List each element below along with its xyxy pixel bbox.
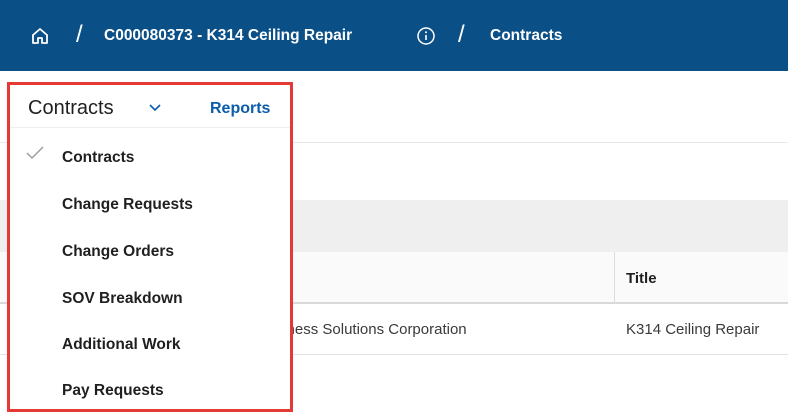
column-divider [614,252,615,304]
dropdown-divider [10,127,290,128]
menu-item-additional-work[interactable]: Additional Work [62,336,181,354]
menu-item-contracts[interactable]: Contracts [62,149,134,167]
contracts-dropdown-menu: Contracts Reports Contracts Change Reque… [7,82,293,412]
home-icon[interactable] [30,26,50,46]
breadcrumb-current: Contracts [490,27,563,44]
reports-link[interactable]: Reports [210,100,270,118]
dropdown-selected-label[interactable]: Contracts [28,97,114,120]
top-nav-bar: / C000080373 - K314 Ceiling Repair / Con… [0,0,788,71]
menu-item-change-orders[interactable]: Change Orders [62,243,174,261]
table-cell-title[interactable]: K314 Ceiling Repair [626,321,759,338]
breadcrumb-project-link[interactable]: C000080373 - K314 Ceiling Repair [104,27,352,45]
menu-item-pay-requests[interactable]: Pay Requests [62,382,164,400]
breadcrumb-separator: / [76,21,83,48]
menu-item-sov-breakdown[interactable]: SOV Breakdown [62,290,183,308]
breadcrumb-separator: / [458,21,465,48]
info-icon[interactable] [416,26,436,46]
menu-item-change-requests[interactable]: Change Requests [62,196,193,214]
chevron-down-icon[interactable] [148,103,162,113]
column-header-title[interactable]: Title [626,270,657,287]
check-icon [26,146,44,160]
